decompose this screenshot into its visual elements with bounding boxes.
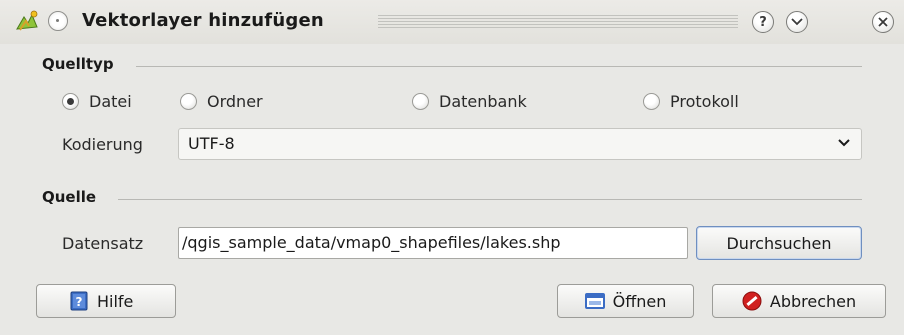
add-vector-layer-icon xyxy=(16,10,38,31)
radio-database-label: Datenbank xyxy=(439,92,527,111)
radio-button-checked[interactable] xyxy=(62,93,79,110)
radio-button[interactable] xyxy=(643,93,660,110)
cancel-button-label: Abbrechen xyxy=(769,291,857,311)
encoding-value: UTF-8 xyxy=(188,134,235,153)
open-button[interactable]: Öffnen xyxy=(557,284,694,318)
close-icon[interactable] xyxy=(872,11,894,33)
group-divider xyxy=(136,66,862,67)
radio-directory[interactable]: Ordner xyxy=(180,92,263,111)
window-menu-icon[interactable] xyxy=(48,11,68,31)
title-bar[interactable]: Vektorlayer hinzufügen ? xyxy=(0,0,904,44)
radio-file-label: Datei xyxy=(89,92,132,111)
help-book-icon: ? xyxy=(70,291,88,311)
radio-file[interactable]: Datei xyxy=(62,92,132,111)
radio-directory-label: Ordner xyxy=(207,92,263,111)
browse-button[interactable]: Durchsuchen xyxy=(696,226,862,260)
cancel-button[interactable]: Abbrechen xyxy=(712,284,886,318)
source-type-group-title: Quelltyp xyxy=(42,55,114,73)
source-group-title: Quelle xyxy=(42,188,97,206)
browse-button-label: Durchsuchen xyxy=(726,233,832,253)
encoding-label: Kodierung xyxy=(62,135,143,154)
radio-button[interactable] xyxy=(412,93,429,110)
radio-database[interactable]: Datenbank xyxy=(412,92,527,111)
svg-text:?: ? xyxy=(76,295,83,309)
cancel-icon xyxy=(742,291,762,311)
chevron-down-icon xyxy=(836,135,852,153)
dataset-label: Datensatz xyxy=(62,234,144,253)
help-button-label: Hilfe xyxy=(97,291,134,311)
radio-protocol-label: Protokoll xyxy=(670,92,739,111)
title-bar-grip xyxy=(378,15,738,29)
help-icon[interactable]: ? xyxy=(752,11,774,33)
group-divider xyxy=(118,199,862,200)
minimize-icon[interactable] xyxy=(786,11,808,33)
window-title: Vektorlayer hinzufügen xyxy=(82,10,324,31)
open-icon xyxy=(584,293,605,309)
help-button[interactable]: ? Hilfe xyxy=(36,284,176,318)
open-button-label: Öffnen xyxy=(612,291,667,311)
radio-button[interactable] xyxy=(180,93,197,110)
encoding-select[interactable]: UTF-8 xyxy=(178,128,862,160)
dataset-path-input[interactable]: /qgis_sample_data/vmap0_shapefiles/lakes… xyxy=(178,227,688,259)
radio-protocol[interactable]: Protokoll xyxy=(643,92,739,111)
add-vector-layer-dialog: Vektorlayer hinzufügen ? Quelltyp Datei … xyxy=(0,0,904,335)
